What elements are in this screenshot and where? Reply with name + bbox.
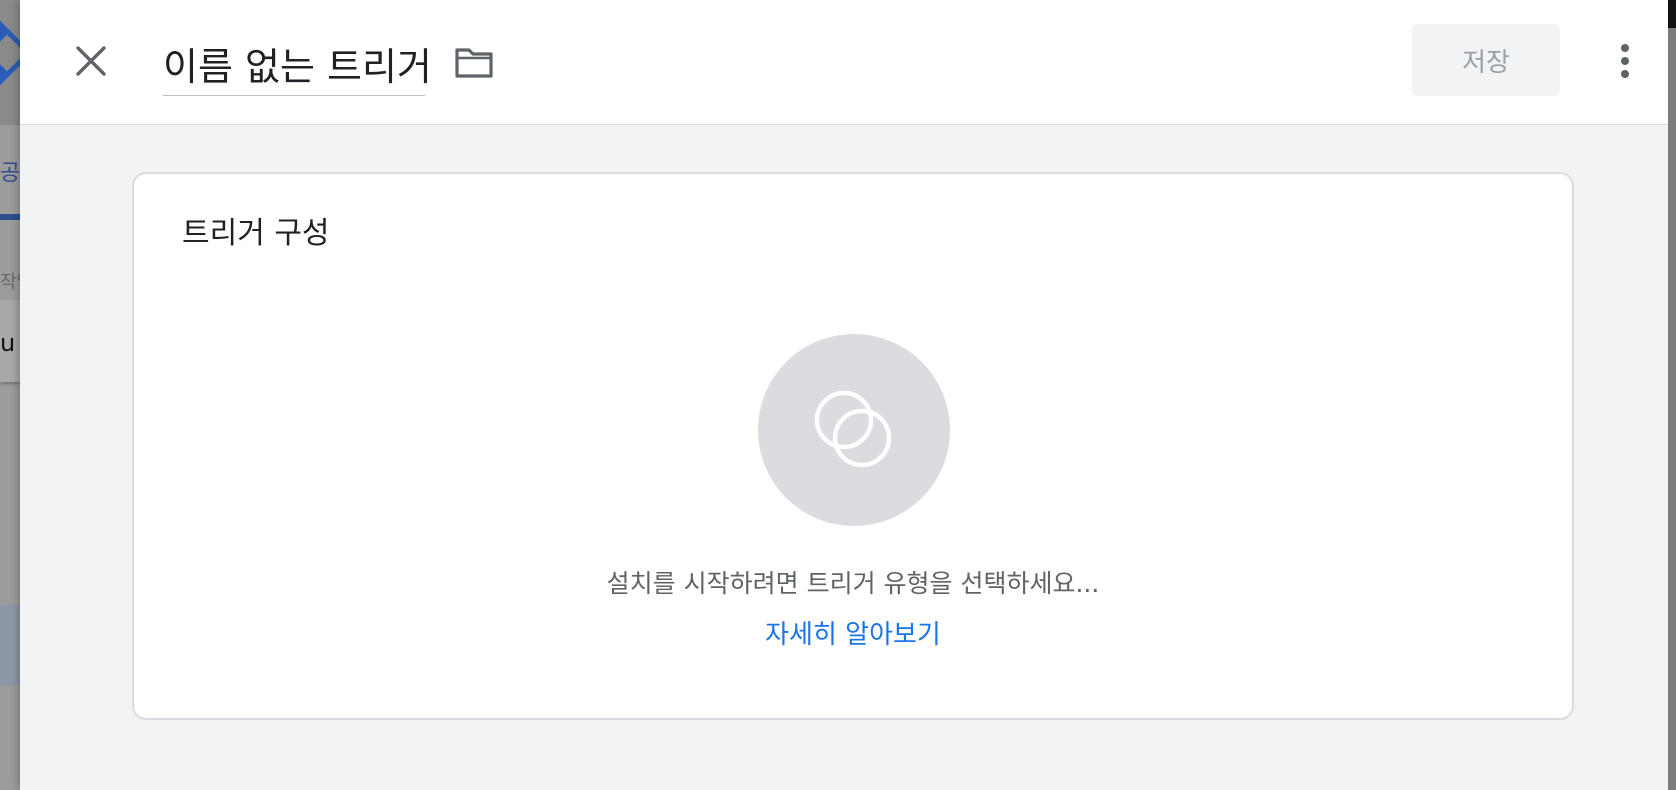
card-title: 트리거 구성 (182, 216, 330, 251)
trigger-config-card[interactable]: 트리거 구성 설치를 시작하려면 트리거 유형을 선택하세요... 자세히 알아… (132, 172, 1574, 720)
editor-header: 이름 없는 트리거 저장 (20, 0, 1668, 125)
folder-icon (455, 48, 493, 78)
close-icon (76, 46, 106, 76)
save-button[interactable]: 저장 (1412, 24, 1560, 96)
trigger-editor-panel: 이름 없는 트리거 저장 트리거 구성 설치를 시작하려면 트리거 유형을 선택… (20, 0, 1668, 790)
close-button[interactable] (66, 36, 116, 86)
more-vert-icon (1621, 44, 1629, 78)
window-edge (1668, 0, 1676, 790)
more-options-button[interactable] (1600, 36, 1650, 86)
folder-button[interactable] (450, 38, 498, 86)
background-card-text: u (0, 329, 16, 357)
trigger-name-field[interactable]: 이름 없는 트리거 (163, 30, 432, 96)
trigger-type-placeholder[interactable] (758, 334, 950, 526)
trigger-icon (814, 390, 892, 468)
trigger-name: 이름 없는 트리거 (163, 45, 432, 89)
learn-more-link[interactable]: 자세히 알아보기 (134, 614, 1572, 651)
empty-state-hint: 설치를 시작하려면 트리거 유형을 선택하세요... (606, 569, 1100, 598)
